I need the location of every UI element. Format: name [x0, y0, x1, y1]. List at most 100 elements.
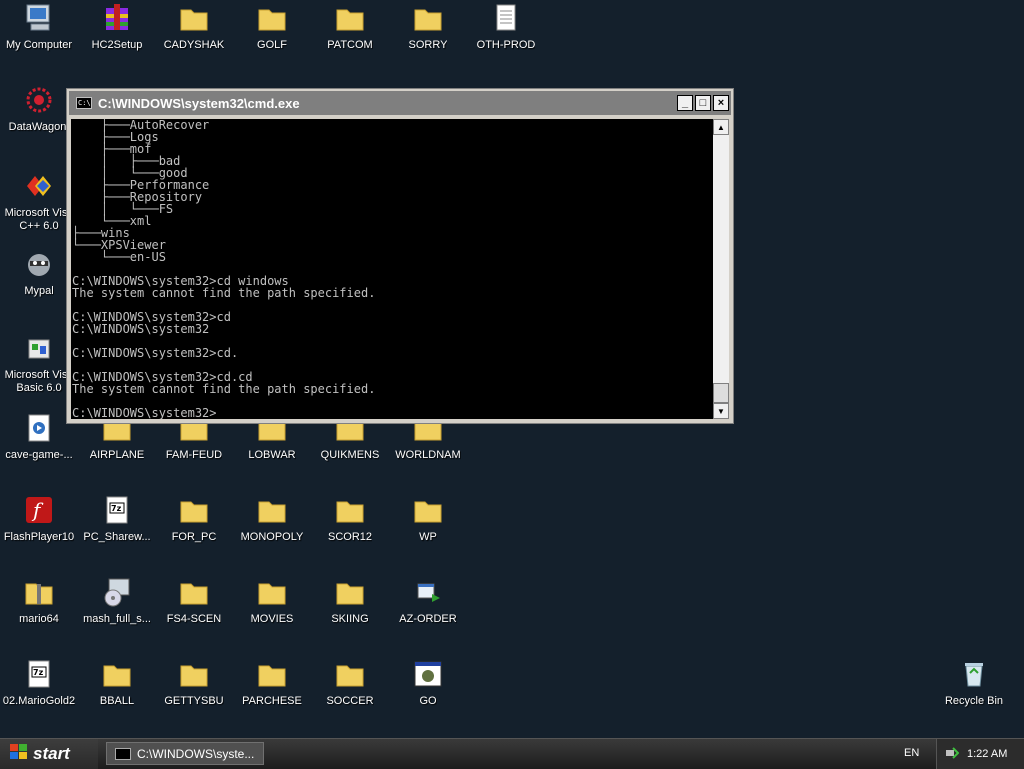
- console-line: C:\WINDOWS\system32>: [72, 406, 217, 419]
- icon-label: QUIKMENS: [320, 449, 380, 461]
- mariogold2-icon[interactable]: 7z 02.MarioGold2: [0, 656, 78, 716]
- icon-label: Recycle Bin: [944, 695, 1004, 707]
- fs4-scen-folder[interactable]: FS4-SCEN: [155, 574, 233, 634]
- folder-icon: [178, 2, 210, 34]
- folder-icon: [178, 576, 210, 608]
- svg-text:7z: 7z: [111, 504, 122, 513]
- cmd-icon: [115, 747, 131, 760]
- console-line: └───xml: [72, 214, 152, 228]
- start-label: start: [33, 744, 70, 763]
- folder-icon: [412, 2, 444, 34]
- icon-label: MONOPOLY: [240, 531, 304, 543]
- pc-shareware-icon[interactable]: 7z PC_Sharew...: [78, 492, 156, 552]
- go-icon[interactable]: GO: [389, 656, 467, 716]
- program-window-icon: [412, 658, 444, 690]
- taskbar-cmd-button[interactable]: C:\WINDOWS\syste...: [106, 742, 264, 765]
- installer-icon: [101, 2, 133, 34]
- document-icon: [490, 2, 522, 34]
- flash-icon: f: [23, 494, 55, 526]
- folder-icon: [412, 494, 444, 526]
- start-button[interactable]: start: [0, 739, 98, 769]
- folder-icon: [178, 658, 210, 690]
- icon-label: PARCHESE: [242, 695, 302, 707]
- folder-icon: [334, 658, 366, 690]
- console-output[interactable]: ├───AutoRecover ├───Logs ├───mof │ ├───b…: [71, 119, 714, 419]
- language-indicator[interactable]: EN: [904, 747, 919, 759]
- icon-label: SORRY: [408, 39, 448, 51]
- scroll-up-button[interactable]: ▲: [713, 119, 729, 135]
- recycle-bin-icon[interactable]: Recycle Bin: [935, 656, 1013, 716]
- taskbar: start C:\WINDOWS\syste... EN 1:22 AM: [0, 738, 1024, 769]
- setup-disc-icon: [101, 576, 133, 608]
- zip-folder-icon: [23, 576, 55, 608]
- raccoon-icon: [23, 248, 55, 280]
- media-file-icon: [23, 412, 55, 444]
- icon-label: FS4-SCEN: [166, 613, 222, 625]
- folder-icon: [101, 658, 133, 690]
- gettysbu-folder[interactable]: GETTYSBU: [155, 656, 233, 716]
- console-line: ├───Logs: [72, 130, 159, 144]
- sorry-folder[interactable]: SORRY: [389, 0, 467, 60]
- movies-folder[interactable]: MOVIES: [233, 574, 311, 634]
- skiing-folder[interactable]: SKIING: [311, 574, 389, 634]
- console-line: ├───AutoRecover: [72, 119, 210, 132]
- icon-label: HC2Setup: [91, 39, 143, 51]
- visual-studio-icon: [23, 170, 55, 202]
- icon-label: WORLDNAM: [395, 449, 461, 461]
- icon-label: WP: [419, 531, 437, 543]
- scroll-thumb[interactable]: [713, 383, 729, 403]
- az-order-icon[interactable]: AZ-ORDER: [389, 574, 467, 634]
- folder-icon: [334, 494, 366, 526]
- network-icon[interactable]: [945, 746, 960, 763]
- cmd-icon: C:\: [76, 97, 92, 109]
- minimize-button[interactable]: _: [677, 95, 693, 111]
- svg-text:7z: 7z: [33, 668, 44, 677]
- golf-folder[interactable]: GOLF: [233, 0, 311, 60]
- hc2setup-icon[interactable]: HC2Setup: [78, 0, 156, 60]
- my-computer-icon[interactable]: My Computer: [0, 0, 78, 60]
- soccer-folder[interactable]: SOCCER: [311, 656, 389, 716]
- visual-basic-icon: [23, 332, 55, 364]
- icon-label: My Computer: [5, 39, 73, 51]
- close-button[interactable]: ×: [713, 95, 729, 111]
- starburst-icon: [23, 84, 55, 116]
- parchese-folder[interactable]: PARCHESE: [233, 656, 311, 716]
- window-title: C:\WINDOWS\system32\cmd.exe: [98, 95, 300, 111]
- icon-label: BBALL: [99, 695, 135, 707]
- cadyshak-folder[interactable]: CADYSHAK: [155, 0, 233, 60]
- folder-icon: [256, 658, 288, 690]
- icon-label: SOCCER: [326, 695, 374, 707]
- icon-label: AIRPLANE: [89, 449, 145, 461]
- monopoly-folder[interactable]: MONOPOLY: [233, 492, 311, 552]
- mash-full-icon[interactable]: mash_full_s...: [78, 574, 156, 634]
- icon-label: DataWagon.: [8, 121, 70, 133]
- patcom-folder[interactable]: PATCOM: [311, 0, 389, 60]
- window-shortcut-icon: [412, 576, 444, 608]
- icon-label: Mypal: [24, 285, 54, 297]
- console-line: │ └───FS: [72, 202, 174, 216]
- cmd-window[interactable]: C:\ C:\WINDOWS\system32\cmd.exe _ □ × ├─…: [66, 88, 734, 424]
- vertical-scrollbar[interactable]: ▲ ▼: [713, 119, 729, 419]
- oth-prod-file[interactable]: OTH-PROD: [467, 0, 545, 60]
- cmd-title-bar[interactable]: C:\ C:\WINDOWS\system32\cmd.exe _ □ ×: [69, 91, 731, 115]
- folder-icon: [256, 2, 288, 34]
- icon-label: SKIING: [331, 613, 369, 625]
- wp-folder[interactable]: WP: [389, 492, 467, 552]
- mario64-icon[interactable]: mario64: [0, 574, 78, 634]
- icon-label: SCOR12: [327, 531, 373, 543]
- windows-logo-icon: [10, 743, 28, 765]
- maximize-button[interactable]: □: [695, 95, 711, 111]
- bball-folder[interactable]: BBALL: [78, 656, 156, 716]
- folder-icon: [256, 576, 288, 608]
- icon-label: PC_Sharew...: [83, 531, 151, 543]
- scor12-folder[interactable]: SCOR12: [311, 492, 389, 552]
- for-pc-folder[interactable]: FOR_PC: [155, 492, 233, 552]
- clock[interactable]: 1:22 AM: [967, 748, 1007, 760]
- icon-label: OTH-PROD: [476, 39, 536, 51]
- folder-icon: [334, 576, 366, 608]
- scroll-down-button[interactable]: ▼: [713, 403, 729, 419]
- icon-label: 02.MarioGold2: [2, 695, 76, 707]
- folder-icon: [256, 494, 288, 526]
- console-line: The system cannot find the path specifie…: [72, 382, 376, 396]
- flashplayer-icon[interactable]: f FlashPlayer10: [0, 492, 78, 552]
